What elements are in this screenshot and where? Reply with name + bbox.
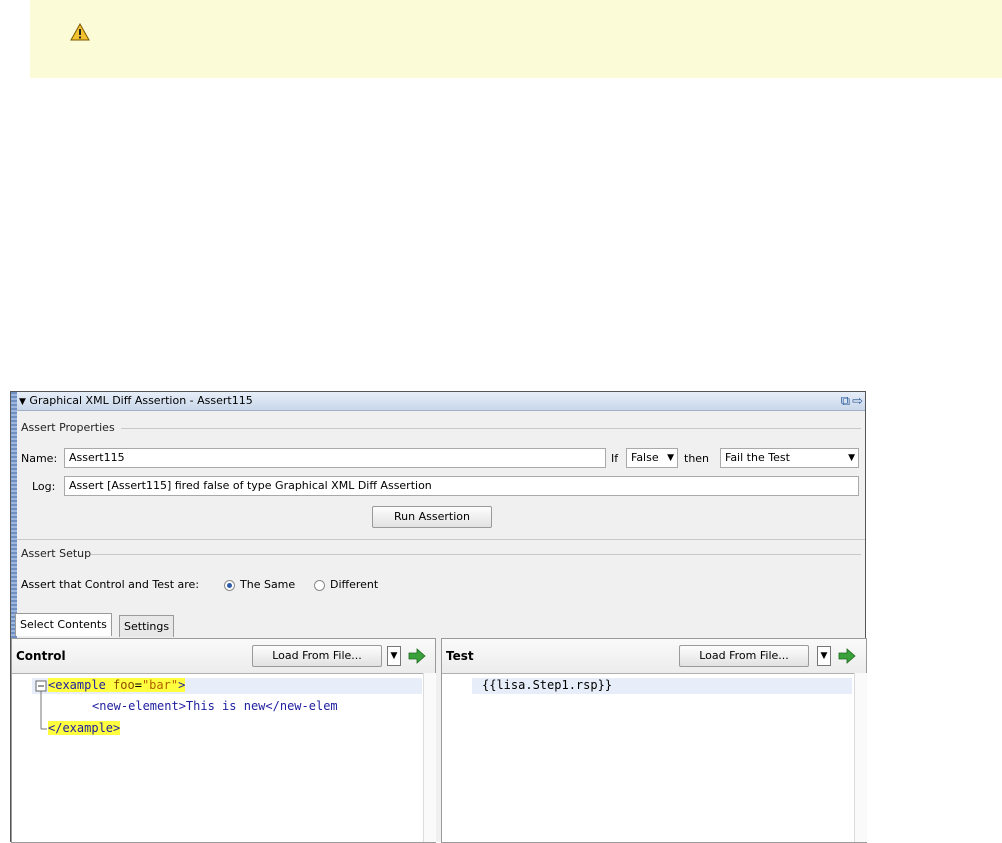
compare-label: Assert that Control and Test are: — [21, 578, 200, 591]
test-code-line-1[interactable]: {{lisa.Step1.rsp}} — [482, 678, 612, 692]
section-divider — [121, 428, 861, 429]
if-label: If — [611, 452, 619, 465]
test-pane: Test Load From File... ▼ {{lisa.Step1.rs… — [441, 638, 867, 843]
warning-icon — [70, 22, 90, 41]
assert-setup-label: Assert Setup — [21, 547, 92, 560]
section-divider — [17, 539, 865, 540]
code-close-tag: </example> — [48, 721, 121, 735]
panel-title: Graphical XML Diff Assertion - Assert115 — [29, 394, 253, 407]
assertion-panel: ▼ Graphical XML Diff Assertion - Assert1… — [10, 391, 867, 843]
control-title: Control — [16, 649, 66, 663]
test-pane-header: Test Load From File... ▼ — [442, 639, 866, 674]
log-label: Log: — [32, 480, 56, 493]
control-load-from-file-button[interactable]: Load From File... — [252, 645, 382, 667]
code-open-tag-close: > — [178, 678, 186, 692]
code-open-tag: <example — [48, 678, 114, 692]
name-input[interactable]: Assert115 — [64, 448, 606, 468]
undock-icon[interactable]: ⧉ — [841, 394, 852, 409]
control-pane: Control Load From File... ▼ <example foo… — [11, 638, 436, 843]
test-load-from-file-button[interactable]: Load From File... — [679, 645, 809, 667]
run-assertion-button[interactable]: Run Assertion — [372, 506, 492, 528]
radio-same-label[interactable]: The Same — [240, 578, 295, 591]
code-attr-value: "bar" — [141, 678, 179, 692]
tab-select-contents[interactable]: Select Contents — [15, 613, 112, 636]
control-pane-header: Control Load From File... ▼ — [12, 639, 435, 674]
test-scrollbar[interactable] — [854, 673, 867, 842]
go-arrow-icon[interactable] — [838, 648, 856, 664]
code-line-1[interactable]: <example foo="bar"> — [48, 678, 186, 692]
tree-fold-guide — [35, 680, 47, 730]
control-load-options-dropdown[interactable]: ▼ — [387, 646, 401, 666]
panel-titlebar[interactable]: ▼ Graphical XML Diff Assertion - Assert1… — [17, 392, 865, 411]
code-line-3[interactable]: </example> — [48, 721, 121, 735]
go-arrow-icon[interactable] — [408, 648, 426, 664]
chevron-down-icon: ▼ — [848, 453, 855, 463]
code-line-2[interactable]: <new-element>This is new</new-elem — [92, 699, 338, 713]
then-select-value: Fail the Test — [725, 451, 790, 464]
then-select[interactable]: Fail the Test ▼ — [720, 448, 859, 468]
test-load-options-dropdown[interactable]: ▼ — [817, 646, 831, 666]
radio-different-label[interactable]: Different — [330, 578, 378, 591]
test-title: Test — [446, 649, 474, 663]
arrow-right-icon[interactable]: ⇨ — [852, 394, 865, 409]
collapse-triangle-icon[interactable]: ▼ — [19, 397, 26, 407]
warning-banner — [30, 0, 1002, 78]
tab-settings[interactable]: Settings — [119, 615, 175, 637]
code-attr-name: foo — [113, 678, 135, 692]
if-select-value: False — [631, 451, 659, 464]
assert-properties-label: Assert Properties — [21, 421, 115, 434]
name-label: Name: — [21, 452, 58, 465]
then-label: then — [684, 452, 710, 465]
radio-same[interactable] — [224, 580, 235, 591]
control-scrollbar[interactable] — [423, 673, 436, 842]
log-input[interactable]: Assert [Assert115] fired false of type G… — [64, 476, 859, 496]
code-equals: = — [134, 678, 142, 692]
section-divider — [91, 554, 861, 555]
radio-different[interactable] — [314, 580, 325, 591]
chevron-down-icon: ▼ — [667, 453, 674, 463]
if-select[interactable]: False ▼ — [626, 448, 678, 468]
